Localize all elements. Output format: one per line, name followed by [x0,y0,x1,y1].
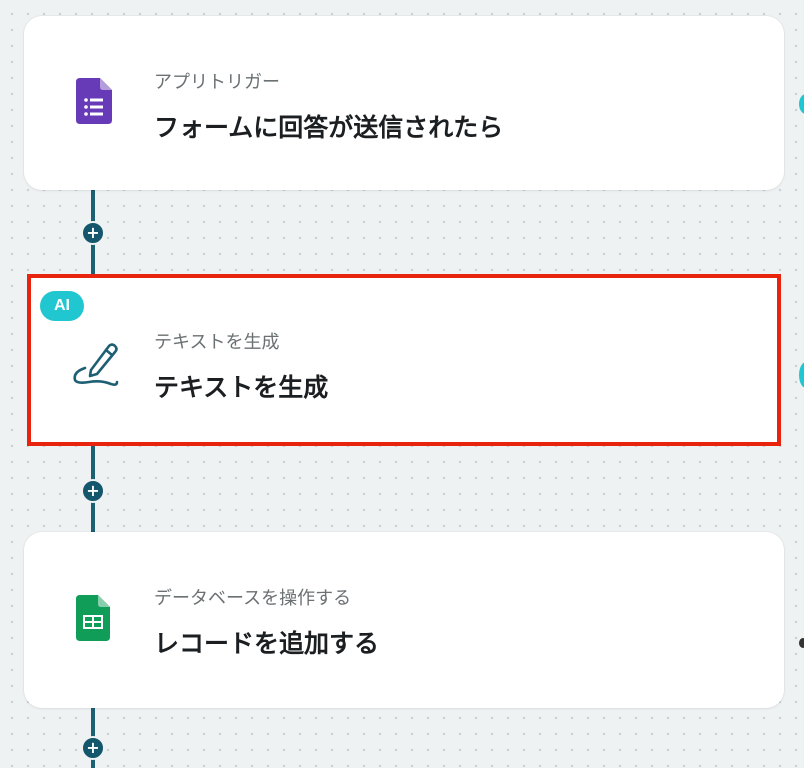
step-card-generate-text[interactable]: テキストを生成 テキストを生成 [27,274,781,446]
google-forms-icon [76,78,112,128]
step-card-form-trigger[interactable]: アプリトリガー フォームに回答が送信されたら [24,16,784,190]
connection-dot [799,94,804,114]
add-step-button[interactable]: + [81,736,105,760]
ai-badge: AI [40,291,84,321]
step-title: テキストを生成 [154,373,329,402]
step-subtitle: データベースを操作する [154,588,352,609]
pen-signature-icon [71,338,123,394]
step-card-add-record[interactable]: データベースを操作する レコードを追加する [24,532,784,708]
step-subtitle: テキストを生成 [154,332,280,353]
add-step-button[interactable]: + [81,479,105,503]
step-title: レコードを追加する [154,629,380,658]
connection-dot [799,362,804,388]
step-subtitle: アプリトリガー [154,72,280,93]
add-step-button[interactable]: + [81,221,105,245]
google-sheets-icon [76,595,110,645]
step-title: フォームに回答が送信されたら [154,113,504,142]
connection-dot [799,638,804,648]
